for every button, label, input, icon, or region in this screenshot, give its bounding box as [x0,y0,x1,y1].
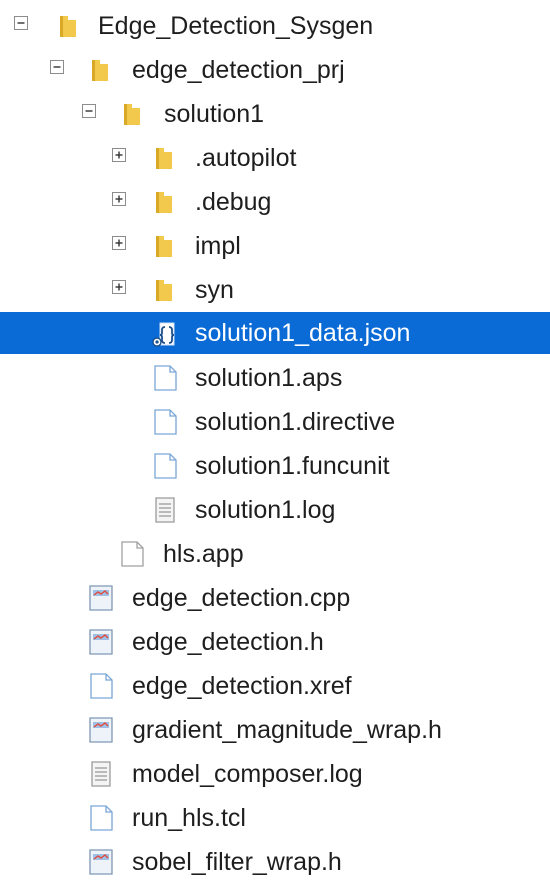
tree-node-label: sobel_filter_wrap.h [132,848,342,876]
tree-node-label: edge_detection_prj [132,56,345,84]
tree-node-label: solution1.funcunit [195,452,390,480]
tree-node-file[interactable]: edge_detection.cpp [0,576,550,620]
tree-node-folder[interactable]: .debug [0,180,550,224]
file-icon [86,803,116,833]
file-tree: Edge_Detection_Sysgen edge_detection_prj… [0,0,550,880]
folder-icon [150,187,180,217]
file-icon [150,451,180,481]
expand-icon[interactable] [112,236,126,250]
tree-node-label: .autopilot [195,144,297,172]
file-icon [86,671,116,701]
folder-icon [150,275,180,305]
tree-node-label: edge_detection.cpp [132,584,351,612]
folder-icon [118,99,148,129]
tree-node-folder[interactable]: impl [0,224,550,268]
file-icon [150,363,180,393]
tree-node-file[interactable]: edge_detection.h [0,620,550,664]
tree-node-file[interactable]: hls.app [0,532,550,576]
collapse-icon[interactable] [50,60,64,74]
json-file-icon [150,319,180,349]
tree-node-folder[interactable]: syn [0,268,550,312]
tree-node-label: solution1.aps [195,364,343,392]
tree-node-file[interactable]: solution1.log [0,488,550,532]
collapse-icon[interactable] [82,104,96,118]
tree-node-file[interactable]: model_composer.log [0,752,550,796]
expand-icon[interactable] [112,280,126,294]
folder-icon [54,11,84,41]
tree-node-solution[interactable]: solution1 [0,92,550,136]
tree-node-label: solution1.directive [195,408,396,436]
source-file-icon [86,847,116,877]
log-file-icon [150,495,180,525]
tree-node-file[interactable]: solution1.funcunit [0,444,550,488]
expand-icon[interactable] [112,148,126,162]
tree-node-file[interactable]: gradient_magnitude_wrap.h [0,708,550,752]
tree-node-root[interactable]: Edge_Detection_Sysgen [0,4,550,48]
tree-node-file[interactable]: solution1.directive [0,400,550,444]
tree-node-label: solution1 [164,100,265,128]
tree-node-project[interactable]: edge_detection_prj [0,48,550,92]
tree-node-folder[interactable]: .autopilot [0,136,550,180]
file-icon [150,407,180,437]
tree-node-label: impl [195,232,241,260]
source-file-icon [86,627,116,657]
tree-node-label: run_hls.tcl [132,804,246,832]
tree-node-file[interactable]: solution1.aps [0,356,550,400]
folder-icon [150,143,180,173]
tree-node-file[interactable]: run_hls.tcl [0,796,550,840]
expand-icon[interactable] [112,192,126,206]
source-file-icon [86,715,116,745]
folder-icon [86,55,116,85]
tree-node-label: .debug [195,188,272,216]
tree-node-label: gradient_magnitude_wrap.h [132,716,442,744]
folder-icon [150,231,180,261]
tree-node-label: syn [195,276,234,304]
tree-node-file[interactable]: sobel_filter_wrap.h [0,840,550,884]
file-icon [117,539,147,569]
tree-node-label: edge_detection.xref [132,672,352,700]
tree-node-label: solution1.log [195,496,336,524]
collapse-icon[interactable] [14,16,28,30]
tree-node-file[interactable]: edge_detection.xref [0,664,550,708]
tree-node-label: edge_detection.h [132,628,324,656]
source-file-icon [86,583,116,613]
tree-node-file-selected[interactable]: solution1_data.json [0,312,550,354]
tree-node-label: solution1_data.json [195,319,411,347]
tree-node-label: model_composer.log [132,760,363,788]
tree-node-label: hls.app [163,540,244,568]
tree-node-label: Edge_Detection_Sysgen [98,12,374,40]
log-file-icon [86,759,116,789]
